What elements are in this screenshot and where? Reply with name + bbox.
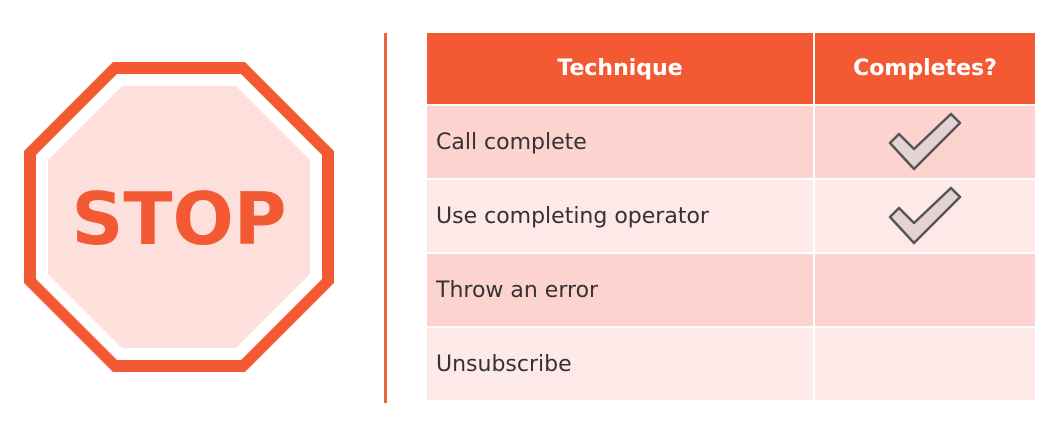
- table-row: Throw an error: [427, 252, 1035, 327]
- vertical-divider: [384, 33, 387, 403]
- techniques-table: Technique Completes? Call complete Use co…: [427, 33, 1035, 400]
- technique-cell: Unsubscribe: [427, 326, 815, 400]
- completes-cell: [814, 252, 1035, 327]
- checkmark-icon: [888, 112, 962, 171]
- technique-cell: Call complete: [427, 104, 815, 179]
- checkmark-icon: [888, 186, 962, 245]
- completes-cell: [814, 326, 1035, 400]
- header-technique: Technique: [427, 33, 815, 105]
- stop-sign-icon: STOP: [24, 62, 334, 372]
- table-row: Unsubscribe: [427, 326, 1035, 400]
- completes-cell: [814, 104, 1035, 179]
- stop-sign-text: STOP: [72, 177, 287, 261]
- technique-cell: Throw an error: [427, 252, 815, 327]
- stop-sign: STOP: [20, 58, 338, 376]
- completes-cell: [814, 178, 1035, 253]
- table-header-row: Technique Completes?: [427, 33, 1035, 105]
- table-row: Call complete: [427, 104, 1035, 179]
- header-completes: Completes?: [814, 33, 1035, 105]
- table-row: Use completing operator: [427, 178, 1035, 253]
- technique-cell: Use completing operator: [427, 178, 815, 253]
